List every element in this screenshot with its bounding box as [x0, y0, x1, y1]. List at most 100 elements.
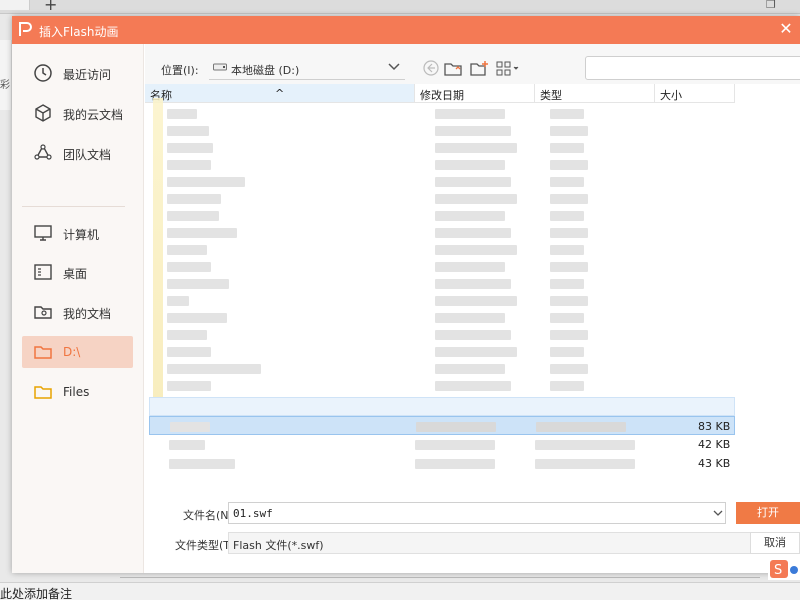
- file-type-redacted: [550, 313, 584, 323]
- file-type-redacted: [550, 364, 588, 374]
- file-name-redacted: [167, 143, 213, 153]
- window-restore-icon[interactable]: ❐: [766, 0, 776, 11]
- background-tab[interactable]: [0, 0, 30, 10]
- folder-icon: [34, 346, 52, 359]
- sidebar-item-team-docs[interactable]: 团队文档: [22, 137, 133, 169]
- view-menu-button[interactable]: [495, 58, 521, 78]
- sidebar-item-label: 团队文档: [63, 148, 112, 162]
- filetype-select[interactable]: Flash 文件(*.swf): [228, 532, 788, 554]
- sidebar-item-files[interactable]: Files: [22, 376, 133, 408]
- file-size: 83 KB: [698, 420, 731, 433]
- file-type-redacted: [550, 279, 584, 289]
- team-cloud-icon: [34, 144, 52, 160]
- column-header-type[interactable]: 类型: [535, 84, 655, 103]
- file-name-redacted: [167, 364, 261, 374]
- file-name-redacted: [167, 126, 209, 136]
- close-button[interactable]: ✕: [776, 19, 796, 39]
- background-side-text: 彩: [0, 80, 10, 91]
- new-tab-icon[interactable]: +: [44, 0, 57, 14]
- column-label: 修改日期: [420, 89, 464, 102]
- places-sidebar: 最近访问 我的云文档 团队文档 计算机 桌面 我的文档 D:\ Files: [12, 44, 144, 573]
- filetype-value: Flash 文件(*.swf): [233, 539, 324, 552]
- sidebar-item-cloud-docs[interactable]: 我的云文档: [22, 97, 133, 129]
- file-date-redacted: [435, 126, 511, 136]
- status-bar: 此处添加备注: [0, 582, 800, 600]
- sidebar-item-label: 我的云文档: [63, 108, 124, 122]
- sidebar-item-desktop[interactable]: 桌面: [22, 256, 133, 288]
- dialog-title: 插入Flash动画: [39, 25, 119, 39]
- file-type-redacted: [535, 459, 635, 469]
- sidebar-divider: [22, 206, 125, 207]
- file-date-redacted: [435, 109, 505, 119]
- file-name-redacted: [167, 160, 211, 170]
- notes-placeholder[interactable]: 此处添加备注: [0, 585, 72, 600]
- file-type-redacted: [550, 160, 588, 170]
- table-row[interactable]: 42 KB: [145, 435, 800, 454]
- file-type-redacted: [550, 296, 588, 306]
- table-row-selected[interactable]: 83 KB: [149, 416, 735, 435]
- search-input[interactable]: [585, 56, 800, 80]
- folder-icon: [34, 386, 52, 399]
- input-method-icon[interactable]: S: [768, 558, 800, 580]
- new-folder-button[interactable]: [469, 58, 489, 78]
- sidebar-item-label: Files: [63, 385, 90, 399]
- column-header-size[interactable]: 大小: [655, 84, 735, 103]
- sidebar-item-recent[interactable]: 最近访问: [22, 57, 133, 89]
- up-folder-button[interactable]: [443, 58, 463, 78]
- file-type-redacted: [550, 211, 584, 221]
- file-type-redacted: [550, 228, 588, 238]
- file-type-redacted: [550, 109, 584, 119]
- location-value: 本地磁盘 (D:): [231, 64, 300, 77]
- sidebar-item-my-documents[interactable]: 我的文档: [22, 296, 133, 328]
- filename-input[interactable]: 01.swf: [228, 502, 726, 524]
- sidebar-item-computer[interactable]: 计算机: [22, 217, 133, 249]
- file-size: 42 KB: [698, 438, 731, 451]
- table-row[interactable]: 43 KB: [145, 454, 800, 473]
- file-name-redacted: [167, 381, 211, 391]
- file-size: 43 KB: [698, 457, 731, 470]
- column-header-name[interactable]: 名称 ^: [145, 84, 415, 103]
- location-label: 位置(I):: [161, 64, 199, 77]
- cube-icon: [35, 104, 51, 122]
- file-name-redacted: [167, 177, 245, 187]
- sidebar-item-drive-d[interactable]: D:\: [22, 336, 133, 368]
- dialog-titlebar: 插入Flash动画 ✕: [12, 16, 800, 44]
- location-toolbar: 位置(I): 本地磁盘 (D:): [145, 44, 800, 84]
- file-name-redacted: [167, 262, 211, 272]
- file-type-redacted: [550, 245, 584, 255]
- file-date-redacted: [435, 143, 517, 153]
- file-date-redacted: [415, 440, 495, 450]
- file-type-redacted: [535, 440, 635, 450]
- file-date-redacted: [435, 364, 505, 374]
- file-type-redacted: [550, 194, 588, 204]
- file-type-redacted: [550, 177, 584, 187]
- background-tab-bar: + ❐: [0, 0, 800, 14]
- chevron-down-icon[interactable]: [713, 508, 723, 518]
- background-side-panel: 彩: [0, 40, 12, 110]
- column-header-modified[interactable]: 修改日期: [415, 84, 535, 103]
- file-date-redacted: [435, 194, 517, 204]
- file-name-redacted: [167, 245, 207, 255]
- file-date-redacted: [435, 228, 511, 238]
- file-type-redacted: [550, 330, 588, 340]
- table-row-hover[interactable]: [149, 397, 735, 416]
- location-dropdown[interactable]: 本地磁盘 (D:): [209, 56, 405, 80]
- sidebar-item-label: 我的文档: [63, 307, 112, 321]
- desktop-icon: [34, 264, 52, 280]
- file-type-redacted: [550, 347, 584, 357]
- open-button[interactable]: 打开: [736, 502, 800, 524]
- file-name-redacted: [167, 109, 197, 119]
- file-date-redacted: [435, 245, 517, 255]
- file-date-redacted: [435, 177, 511, 187]
- table-row[interactable]: [145, 376, 800, 395]
- back-button[interactable]: [421, 58, 441, 78]
- cancel-button[interactable]: 取消: [750, 532, 800, 554]
- file-date-redacted: [435, 381, 511, 391]
- file-date-redacted: [415, 459, 495, 469]
- file-date-redacted: [416, 422, 496, 432]
- file-type-redacted: [550, 126, 588, 136]
- app-logo-icon: [19, 22, 32, 36]
- sidebar-item-label: D:\: [63, 345, 81, 359]
- file-name-redacted: [167, 279, 229, 289]
- column-label: 大小: [660, 89, 682, 102]
